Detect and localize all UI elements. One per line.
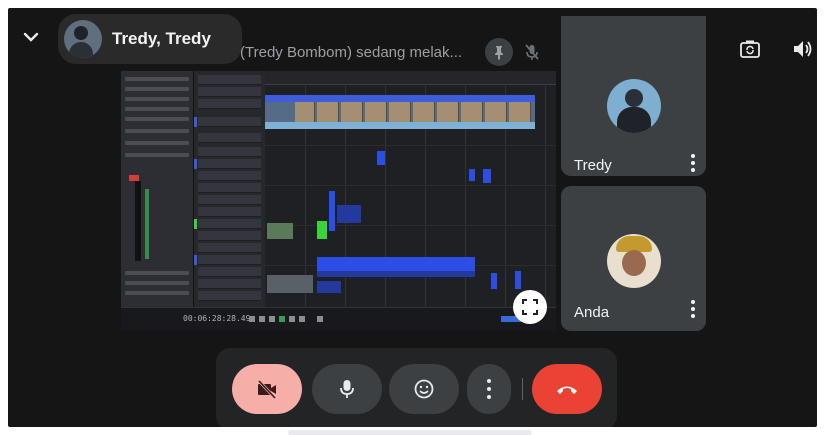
more-options-button[interactable] [467, 364, 511, 414]
self-more-button[interactable] [686, 298, 700, 320]
daw-arrangement [265, 85, 556, 307]
self-tile[interactable]: Anda [561, 186, 706, 331]
participant-tile[interactable]: Tredy [561, 16, 706, 176]
collapse-button[interactable] [18, 24, 44, 50]
camera-toggle-button[interactable] [232, 364, 302, 414]
pin-icon [495, 46, 503, 60]
shared-screen[interactable]: 00:06:28:28.49 [121, 71, 556, 331]
daw-timeline-ruler [265, 71, 556, 85]
daw-transport-bar: 00:06:28:28.49 [121, 307, 556, 331]
self-avatar [607, 234, 661, 288]
meet-screen: Tredy, Tredy (Tredy Bombom) sedang melak… [8, 8, 817, 427]
presenter-name: Tredy, Tredy [112, 29, 211, 48]
leave-call-button[interactable] [532, 364, 602, 414]
home-indicator[interactable] [288, 430, 532, 435]
reactions-button[interactable] [389, 364, 459, 414]
mic-toggle-button[interactable] [312, 364, 382, 414]
participant-avatar [607, 79, 661, 133]
controls-divider [522, 378, 523, 400]
call-controls [216, 348, 617, 427]
presenter-chip[interactable]: Tredy, Tredy [58, 14, 242, 64]
end-call-icon [557, 386, 577, 394]
daw-timecode: 00:06:28:28.49 [183, 314, 251, 323]
emoji-icon [414, 379, 434, 399]
mic-icon [340, 380, 354, 398]
self-name: Anda [574, 304, 610, 321]
speaker-button[interactable] [787, 34, 817, 64]
switch-camera-icon [740, 40, 760, 58]
presenter-avatar [64, 20, 102, 58]
participant-name: Tredy [574, 157, 612, 174]
fullscreen-button[interactable] [513, 290, 547, 324]
daw-inspector-panel [121, 71, 193, 307]
fullscreen-icon [522, 299, 538, 315]
presenting-status: (Tredy Bombom) sedang melak... [240, 44, 463, 61]
more-vert-icon [691, 154, 695, 158]
chevron-down-icon [23, 32, 39, 42]
more-vert-icon [691, 300, 695, 304]
daw-track-list [193, 71, 265, 307]
video-off-icon [257, 379, 277, 400]
presenter-mic-off-indicator [518, 38, 546, 66]
more-vert-icon [487, 379, 491, 399]
participant-more-button[interactable] [686, 152, 700, 174]
mic-off-icon [525, 44, 539, 60]
speaker-icon [794, 41, 812, 57]
pin-button[interactable] [485, 38, 513, 66]
switch-camera-button[interactable] [735, 34, 765, 64]
